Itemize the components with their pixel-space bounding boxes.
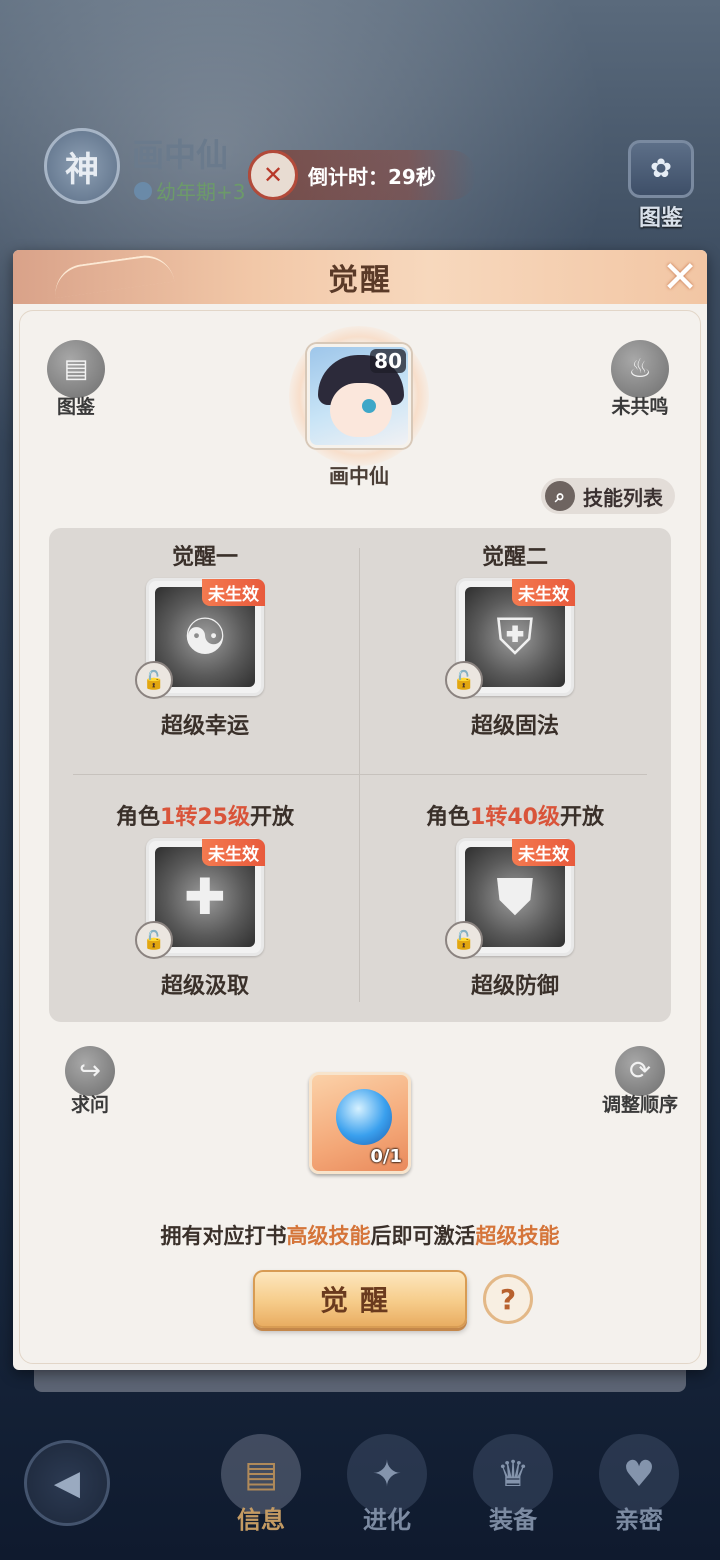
awakening-grid: 觉醒一 ☯ 未生效 🔓 超级幸运 觉醒二 ⛨ 未生效 🔓 超级固法 角色1转25…: [49, 528, 671, 1022]
ask-label: 求问: [70, 1094, 109, 1116]
status-badge: 未生效: [202, 579, 265, 606]
tujian-button[interactable]: ▤ 图鉴: [31, 340, 121, 419]
pet-stage-text: 幼年期+3: [156, 180, 246, 204]
skill-list-label: 技能列表: [583, 485, 663, 510]
tab-label: 进化: [363, 1506, 411, 1534]
back-button[interactable]: ◀: [24, 1440, 110, 1526]
lock-icon: 🔓: [135, 661, 173, 699]
hint-part1: 拥有对应打书: [160, 1224, 287, 1248]
tab-intimacy[interactable]: ♥ 亲密: [584, 1434, 694, 1535]
slot-title-text: 觉醒二: [481, 545, 548, 570]
awaken-modal: 觉醒 ✕ ▤ 图鉴 ♨ 未共鸣 80 画中仙 ⌕ 技能列表 觉醒一 ☯ 未生效 …: [13, 250, 707, 1370]
grid-vertical-divider: [359, 548, 360, 1002]
awakening-slot-title: 角色1转25级开放: [55, 802, 355, 834]
skill-name: 超级汲取: [160, 974, 249, 999]
awakening-slot-title: 觉醒一: [55, 542, 355, 574]
search-icon: ⌕: [545, 481, 575, 511]
refresh-icon: ⟳: [615, 1046, 665, 1096]
activation-hint: 拥有对应打书高级技能后即可激活超级技能: [13, 1220, 707, 1250]
countdown-text: 倒计时：29秒: [308, 164, 436, 189]
slot-title-suffix: 开放: [249, 805, 294, 830]
hint-part2: 后即可激活: [370, 1224, 476, 1248]
status-badge: 未生效: [512, 839, 575, 866]
hero-portrait: 80 画中仙: [279, 326, 439, 489]
close-icon: ✕: [661, 251, 699, 303]
hero-name: 画中仙: [329, 464, 389, 488]
close-button[interactable]: ✕: [657, 251, 703, 303]
status-badge: 未生效: [202, 839, 265, 866]
hero-level: 80: [370, 349, 406, 373]
grid-horizontal-divider: [73, 774, 647, 775]
reorder-button[interactable]: ⟳ 调整顺序: [595, 1046, 685, 1117]
awaken-button[interactable]: 觉醒: [253, 1270, 467, 1328]
skill-icon-frame[interactable]: ✚ 未生效 🔓: [135, 838, 265, 959]
question-icon: ?: [499, 1282, 517, 1316]
awakening-slot-3[interactable]: 角色1转25级开放 ✚ 未生效 🔓 超级汲取: [55, 802, 355, 1000]
skill-book-item[interactable]: 0/1: [309, 1072, 411, 1174]
back-arrow-icon: ◀: [53, 1463, 81, 1503]
resonance-label: 未共鸣: [611, 396, 669, 418]
flame-orb-icon: ♨: [611, 340, 669, 398]
skill-list-button[interactable]: ⌕ 技能列表: [541, 478, 675, 514]
tab-evolve[interactable]: ✦ 进化: [332, 1434, 442, 1535]
divine-badge: 神: [44, 128, 120, 204]
awakening-slot-title: 角色1转40级开放: [365, 802, 665, 834]
blue-orb-icon: [336, 1089, 392, 1145]
skill-name: 超级固法: [470, 714, 559, 739]
hint-highlight1: 高级技能: [286, 1224, 371, 1248]
hero-ring: 80: [289, 326, 429, 466]
item-count: 0/1: [370, 1146, 402, 1167]
modal-title: 觉醒: [328, 263, 392, 298]
stage-icon: [134, 181, 152, 200]
avatar[interactable]: 80: [307, 344, 411, 448]
tab-label: 装备: [489, 1506, 537, 1534]
reorder-label: 调整顺序: [601, 1094, 678, 1116]
awakening-slot-2[interactable]: 觉醒二 ⛨ 未生效 🔓 超级固法: [365, 542, 665, 740]
skill-icon-frame[interactable]: ⛨ 未生效 🔓: [445, 578, 575, 699]
status-badge: 未生效: [512, 579, 575, 606]
resonance-button[interactable]: ♨ 未共鸣: [595, 340, 685, 419]
share-arrow-icon: ↪: [65, 1046, 115, 1096]
awakening-slot-1[interactable]: 觉醒一 ☯ 未生效 🔓 超级幸运: [55, 542, 355, 740]
album-icon: ▤: [47, 340, 105, 398]
slot-title-prefix: 角色: [116, 805, 161, 830]
bottom-nav: ◀ ▤ 信息 ✦ 进化 ♛ 装备 ♥ 亲密: [0, 1420, 720, 1560]
paw-book-icon: ✿: [628, 140, 694, 198]
tab-info[interactable]: ▤ 信息: [206, 1434, 316, 1535]
header-swirl-decoration: [51, 251, 175, 299]
slot-title-prefix: 角色: [426, 805, 471, 830]
slot-title-text: 觉醒一: [171, 545, 238, 570]
lock-icon: 🔓: [445, 921, 483, 959]
pet-stage: 幼年期+3: [134, 176, 245, 205]
hint-highlight2: 超级技能: [475, 1224, 560, 1248]
bg-tujian-label: 图鉴: [638, 206, 683, 231]
awakening-slot-4[interactable]: 角色1转40级开放 ⛊ 未生效 🔓 超级防御: [365, 802, 665, 1000]
modal-header: 觉醒 ✕: [13, 250, 707, 304]
tab-label: 信息: [237, 1506, 285, 1534]
lock-icon: 🔓: [445, 661, 483, 699]
slot-title-highlight: 1转25级: [160, 805, 250, 830]
skill-icon-frame[interactable]: ☯ 未生效 🔓: [135, 578, 265, 699]
skill-name: 超级幸运: [160, 714, 249, 739]
avatar-eye: [362, 399, 376, 413]
crossed-swords-icon: ✕: [248, 150, 298, 200]
avatar-face: [330, 383, 392, 437]
skill-icon-frame[interactable]: ⛊ 未生效 🔓: [445, 838, 575, 959]
lock-icon: 🔓: [135, 921, 173, 959]
pet-name: 画中仙: [132, 136, 229, 174]
countdown-banner: ✕ 倒计时：29秒: [248, 150, 476, 200]
ask-button[interactable]: ↪ 求问: [45, 1046, 135, 1117]
bg-tujian-button[interactable]: ✿ 图鉴: [626, 140, 696, 232]
tab-equipment[interactable]: ♛ 装备: [458, 1434, 568, 1535]
skill-name: 超级防御: [470, 974, 559, 999]
slot-title-suffix: 开放: [559, 805, 604, 830]
help-button[interactable]: ?: [483, 1274, 533, 1324]
tab-label: 亲密: [615, 1506, 663, 1534]
slot-title-highlight: 1转40级: [470, 805, 560, 830]
tujian-label: 图鉴: [56, 396, 95, 418]
awakening-slot-title: 觉醒二: [365, 542, 665, 574]
